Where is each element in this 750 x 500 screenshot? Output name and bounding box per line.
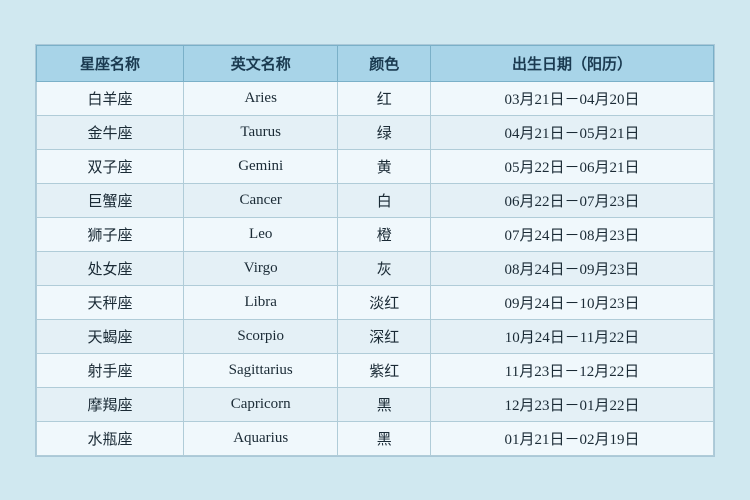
table-header-row: 星座名称 英文名称 颜色 出生日期（阳历） — [37, 45, 714, 81]
table-row: 狮子座Leo橙07月24日－08月23日 — [37, 217, 714, 251]
cell-english: Virgo — [183, 251, 337, 285]
cell-color: 黑 — [338, 387, 431, 421]
header-color: 颜色 — [338, 45, 431, 81]
cell-chinese: 双子座 — [37, 149, 184, 183]
cell-color: 红 — [338, 81, 431, 115]
cell-dates: 09月24日－10月23日 — [430, 285, 713, 319]
cell-dates: 06月22日－07月23日 — [430, 183, 713, 217]
table-row: 白羊座Aries红03月21日－04月20日 — [37, 81, 714, 115]
cell-dates: 07月24日－08月23日 — [430, 217, 713, 251]
cell-chinese: 金牛座 — [37, 115, 184, 149]
table-row: 水瓶座Aquarius黑01月21日－02月19日 — [37, 421, 714, 455]
table-row: 射手座Sagittarius紫红11月23日－12月22日 — [37, 353, 714, 387]
cell-english: Scorpio — [183, 319, 337, 353]
cell-dates: 08月24日－09月23日 — [430, 251, 713, 285]
cell-english: Leo — [183, 217, 337, 251]
cell-color: 白 — [338, 183, 431, 217]
table-row: 双子座Gemini黄05月22日－06月21日 — [37, 149, 714, 183]
cell-english: Aquarius — [183, 421, 337, 455]
cell-chinese: 巨蟹座 — [37, 183, 184, 217]
zodiac-table-container: 星座名称 英文名称 颜色 出生日期（阳历） 白羊座Aries红03月21日－04… — [35, 44, 715, 457]
header-english: 英文名称 — [183, 45, 337, 81]
table-row: 金牛座Taurus绿04月21日－05月21日 — [37, 115, 714, 149]
cell-dates: 12月23日－01月22日 — [430, 387, 713, 421]
cell-dates: 05月22日－06月21日 — [430, 149, 713, 183]
table-row: 巨蟹座Cancer白06月22日－07月23日 — [37, 183, 714, 217]
header-dates: 出生日期（阳历） — [430, 45, 713, 81]
cell-chinese: 白羊座 — [37, 81, 184, 115]
cell-english: Libra — [183, 285, 337, 319]
cell-color: 灰 — [338, 251, 431, 285]
table-row: 天秤座Libra淡红09月24日－10月23日 — [37, 285, 714, 319]
cell-english: Gemini — [183, 149, 337, 183]
cell-english: Aries — [183, 81, 337, 115]
header-chinese: 星座名称 — [37, 45, 184, 81]
cell-chinese: 天蝎座 — [37, 319, 184, 353]
table-row: 处女座Virgo灰08月24日－09月23日 — [37, 251, 714, 285]
cell-dates: 11月23日－12月22日 — [430, 353, 713, 387]
table-row: 天蝎座Scorpio深红10月24日－11月22日 — [37, 319, 714, 353]
cell-english: Taurus — [183, 115, 337, 149]
cell-color: 深红 — [338, 319, 431, 353]
cell-english: Cancer — [183, 183, 337, 217]
cell-dates: 03月21日－04月20日 — [430, 81, 713, 115]
cell-color: 淡红 — [338, 285, 431, 319]
cell-color: 紫红 — [338, 353, 431, 387]
table-row: 摩羯座Capricorn黑12月23日－01月22日 — [37, 387, 714, 421]
cell-color: 绿 — [338, 115, 431, 149]
cell-chinese: 天秤座 — [37, 285, 184, 319]
cell-english: Sagittarius — [183, 353, 337, 387]
cell-chinese: 狮子座 — [37, 217, 184, 251]
zodiac-table: 星座名称 英文名称 颜色 出生日期（阳历） 白羊座Aries红03月21日－04… — [36, 45, 714, 456]
cell-color: 黑 — [338, 421, 431, 455]
cell-chinese: 水瓶座 — [37, 421, 184, 455]
cell-dates: 01月21日－02月19日 — [430, 421, 713, 455]
cell-dates: 10月24日－11月22日 — [430, 319, 713, 353]
cell-dates: 04月21日－05月21日 — [430, 115, 713, 149]
cell-chinese: 处女座 — [37, 251, 184, 285]
cell-color: 橙 — [338, 217, 431, 251]
cell-color: 黄 — [338, 149, 431, 183]
cell-chinese: 摩羯座 — [37, 387, 184, 421]
cell-chinese: 射手座 — [37, 353, 184, 387]
cell-english: Capricorn — [183, 387, 337, 421]
